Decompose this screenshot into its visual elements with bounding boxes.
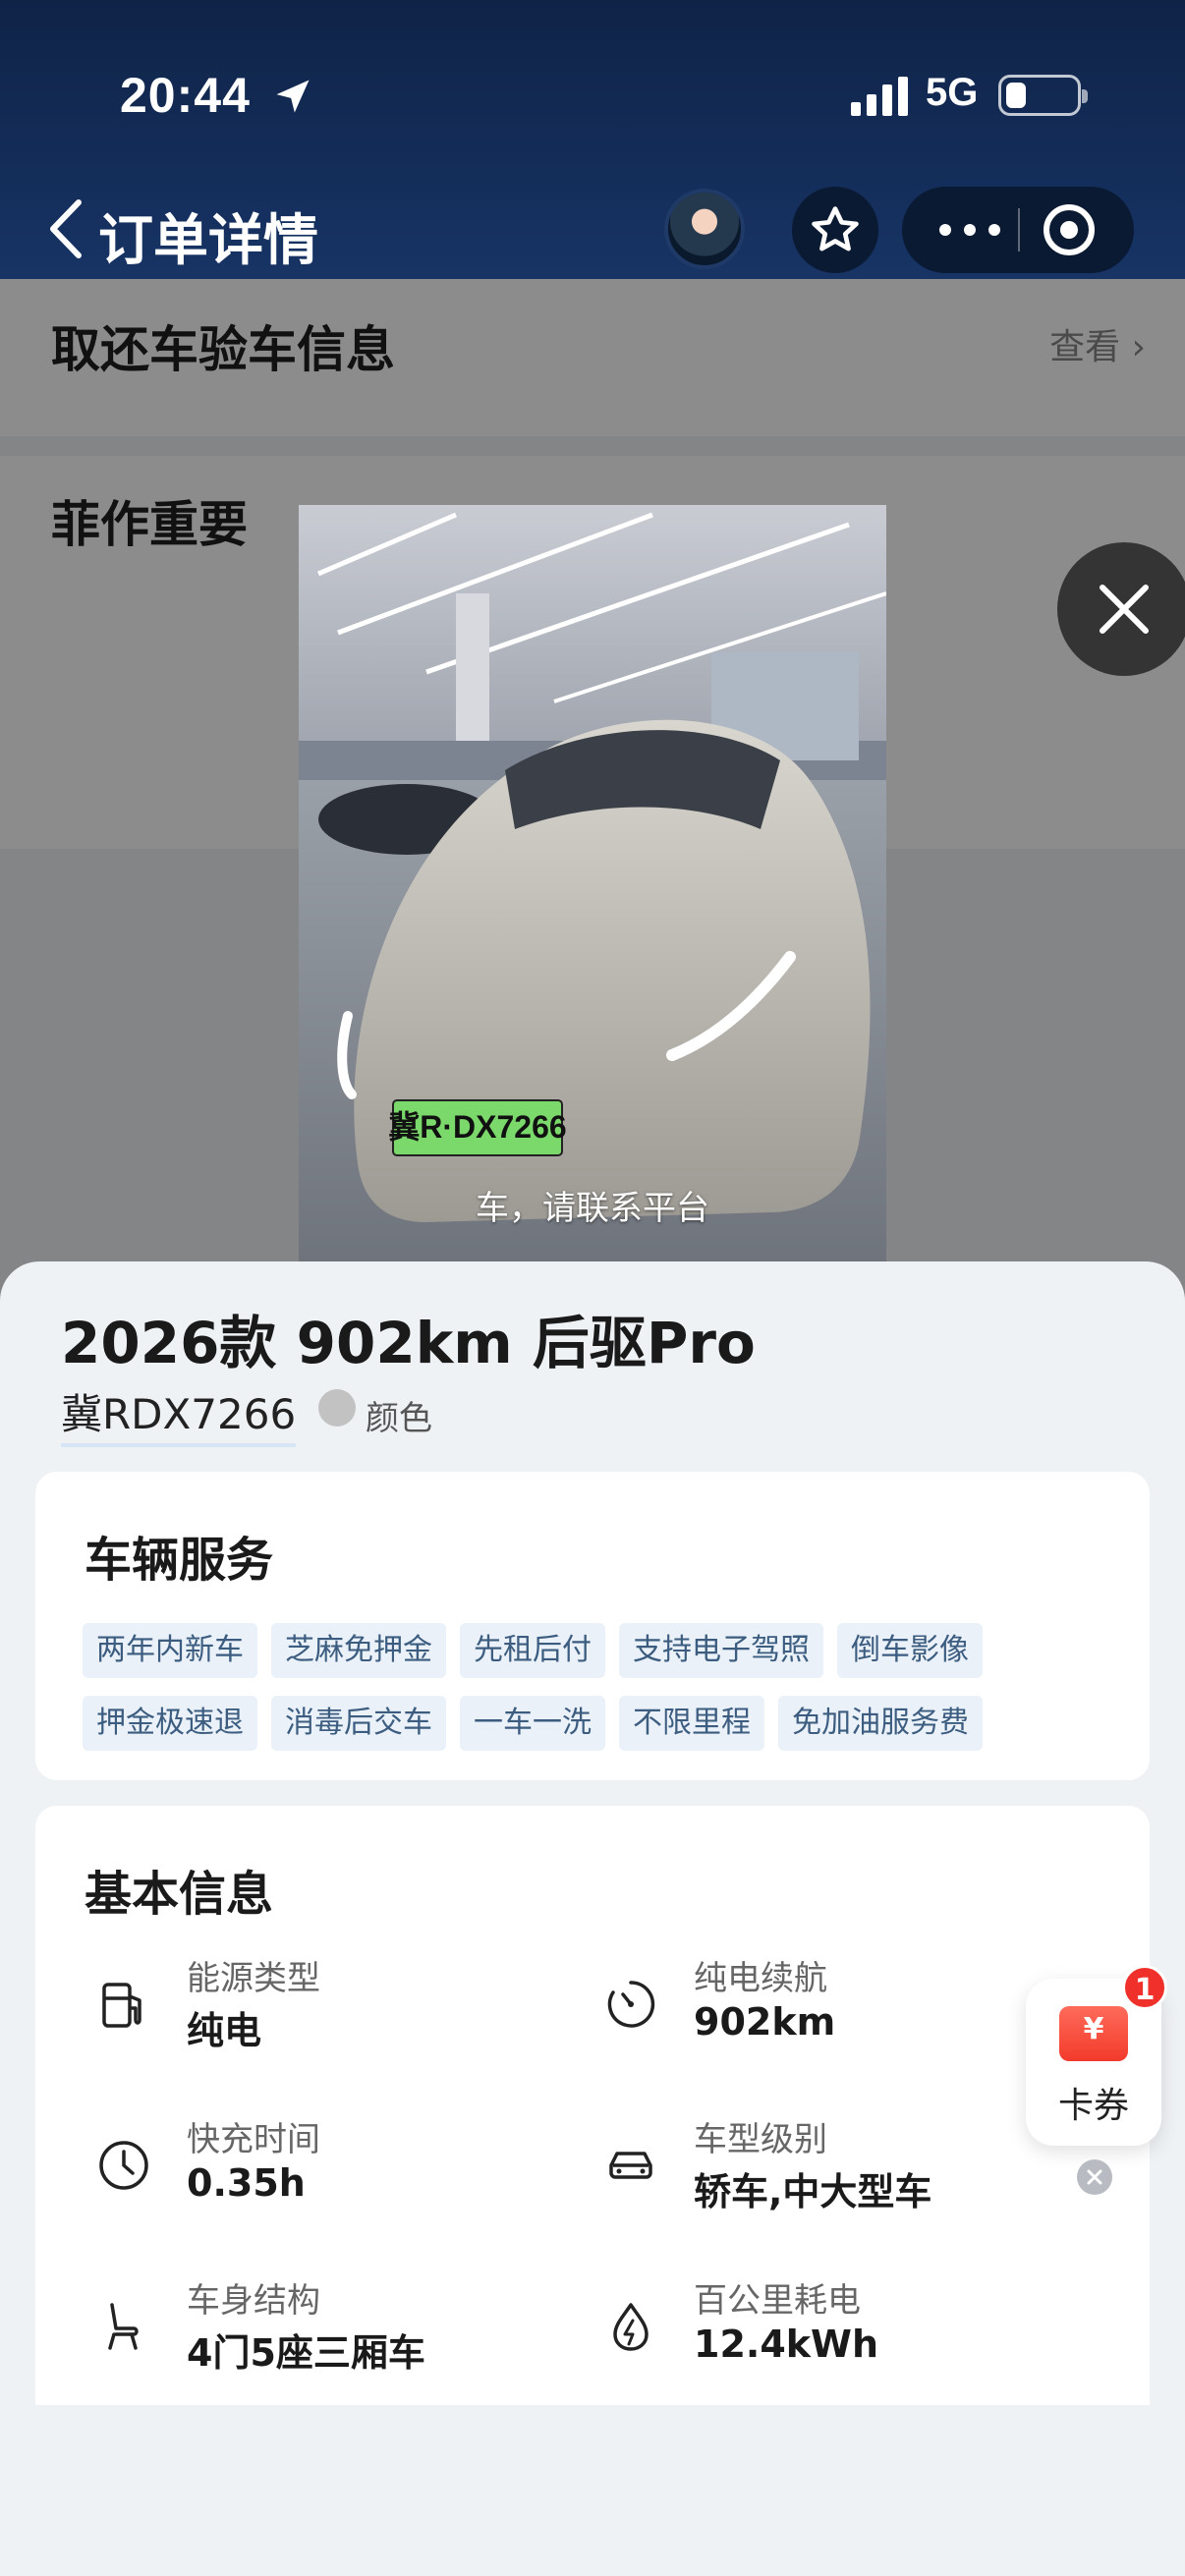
service-tag-row: 两年内新车 芝麻免押金 先租后付 支持电子驾照 倒车影像 bbox=[83, 1623, 1124, 1678]
close-miniprogram-icon[interactable] bbox=[1042, 202, 1097, 257]
service-tag: 先租后付 bbox=[460, 1623, 605, 1678]
info-value: 902km bbox=[694, 2000, 836, 2044]
coupon-label: 卡券 bbox=[1057, 2086, 1129, 2126]
info-label: 车型级别 bbox=[694, 2120, 827, 2159]
network-type: 5G bbox=[926, 71, 979, 114]
color-label: 颜色 bbox=[366, 1399, 432, 1438]
info-value: 轿车,中大型车 bbox=[694, 2170, 932, 2213]
star-icon bbox=[812, 206, 859, 252]
back-chevron-icon[interactable] bbox=[43, 195, 88, 263]
info-label: 百公里耗电 bbox=[694, 2281, 861, 2321]
favorite-button[interactable] bbox=[792, 187, 878, 273]
service-tag: 免加油服务费 bbox=[778, 1696, 983, 1751]
services-title: 车辆服务 bbox=[85, 1533, 274, 1588]
car-photo: 冀R·DX7266 车，请联系平台 bbox=[299, 505, 886, 1271]
close-icon bbox=[1087, 2169, 1102, 2185]
service-tag: 消毒后交车 bbox=[271, 1696, 446, 1751]
service-tag: 芝麻免押金 bbox=[271, 1623, 446, 1678]
signal-bars-icon bbox=[851, 77, 908, 116]
seat-icon bbox=[108, 2303, 139, 2350]
basic-info-card: 基本信息 能源类型 纯电 纯电续航 902km 快充时间 0.35h 车型级别 … bbox=[35, 1806, 1150, 2405]
more-icon[interactable] bbox=[937, 214, 1002, 246]
close-preview-button[interactable] bbox=[1057, 542, 1185, 676]
coupon-widget[interactable]: ¥ 卡券 1 bbox=[1026, 1965, 1167, 2146]
avatar[interactable] bbox=[664, 189, 745, 269]
license-plate: 冀RDX7266 bbox=[61, 1381, 297, 1447]
battery-icon bbox=[998, 75, 1088, 116]
car-photo-illustration: 冀R·DX7266 bbox=[299, 505, 886, 1271]
info-value: 纯电 bbox=[187, 2009, 262, 2052]
vehicle-detail-sheet: 2026款 902km 后驱Pro 冀RDX7266 颜色 车辆服务 两年内新车… bbox=[0, 1261, 1185, 2576]
info-label: 能源类型 bbox=[187, 1959, 320, 1998]
coupon-badge: 1 bbox=[1122, 1965, 1167, 2010]
service-tag: 一车一洗 bbox=[460, 1696, 605, 1751]
coupon-close-button[interactable] bbox=[1077, 2159, 1112, 2195]
service-tag-row: 押金极速退 消毒后交车 一车一洗 不限里程 免加油服务费 bbox=[83, 1696, 1124, 1751]
coupon-icon: ¥ bbox=[1059, 2006, 1128, 2061]
color-swatch bbox=[318, 1389, 356, 1427]
car-icon bbox=[609, 2152, 652, 2179]
service-tags: 两年内新车 芝麻免押金 先租后付 支持电子驾照 倒车影像 押金极速退 消毒后交车… bbox=[83, 1623, 1124, 1768]
info-value: 0.35h bbox=[187, 2161, 306, 2205]
electric-drop-icon bbox=[613, 2303, 649, 2351]
close-icon bbox=[1100, 585, 1149, 634]
page-title: 订单详情 bbox=[98, 209, 318, 273]
capsule-divider bbox=[1018, 208, 1020, 252]
info-value: 4门5座三厢车 bbox=[187, 2331, 425, 2375]
info-value: 12.4kWh bbox=[694, 2323, 878, 2366]
status-time: 20:44 bbox=[120, 68, 251, 123]
top-bar: 20:44 5G 订单详情 bbox=[0, 0, 1185, 279]
info-label: 快充时间 bbox=[187, 2120, 320, 2159]
gauge-icon bbox=[607, 1981, 655, 2028]
fuel-pump-icon bbox=[102, 1983, 141, 2028]
photo-caption: 车，请联系平台 bbox=[476, 1189, 709, 1228]
basic-info-title: 基本信息 bbox=[85, 1867, 274, 1922]
photo-plate: 冀R·DX7266 bbox=[388, 1109, 566, 1145]
service-tag: 支持电子驾照 bbox=[619, 1623, 823, 1678]
vehicle-services-card: 车辆服务 两年内新车 芝麻免押金 先租后付 支持电子驾照 倒车影像 押金极速退 … bbox=[35, 1472, 1150, 1780]
info-label: 车身结构 bbox=[187, 2281, 320, 2321]
mini-program-capsule bbox=[902, 187, 1134, 273]
service-tag: 两年内新车 bbox=[83, 1623, 257, 1678]
vehicle-model-title: 2026款 902km 后驱Pro bbox=[61, 1310, 756, 1376]
service-tag: 不限里程 bbox=[619, 1696, 764, 1751]
info-label: 纯电续航 bbox=[694, 1959, 827, 1998]
service-tag: 倒车影像 bbox=[837, 1623, 983, 1678]
service-tag: 押金极速退 bbox=[83, 1696, 257, 1751]
clock-icon bbox=[99, 2141, 148, 2190]
location-arrow-icon bbox=[276, 80, 310, 113]
